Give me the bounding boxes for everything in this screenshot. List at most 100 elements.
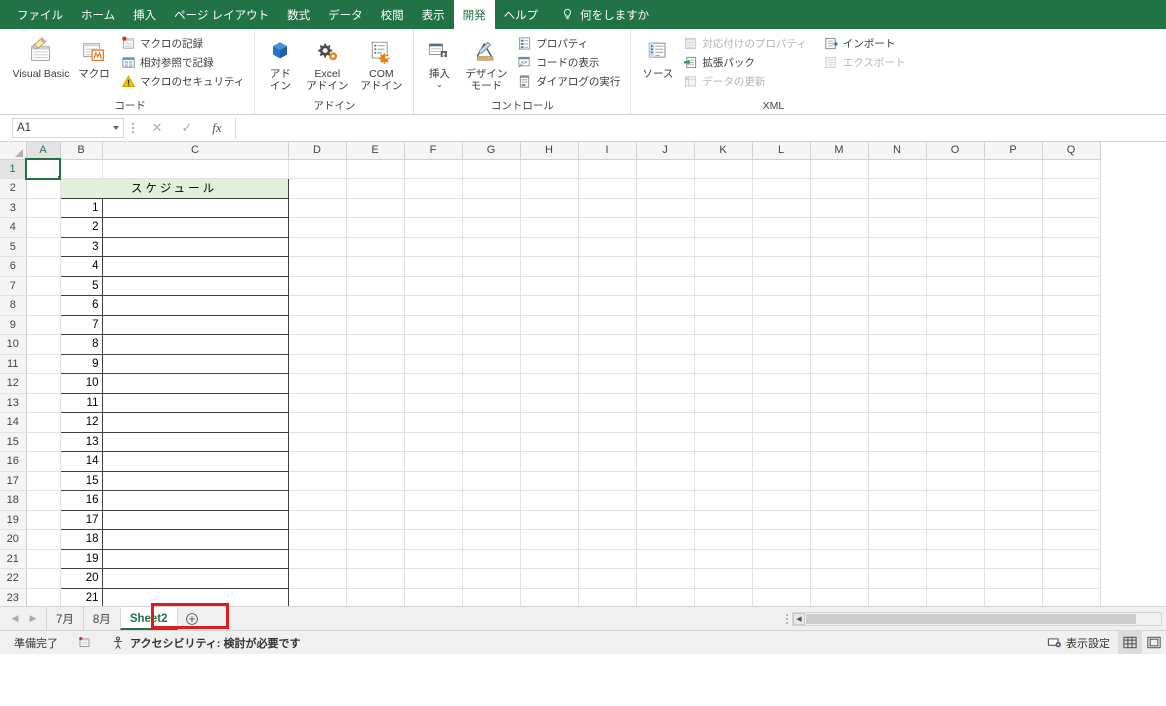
- cell-E12[interactable]: [346, 373, 405, 394]
- cell-I22[interactable]: [578, 568, 637, 589]
- row-header-23[interactable]: 23: [0, 588, 27, 606]
- cell-N1[interactable]: [868, 159, 927, 179]
- cell-O12[interactable]: [926, 373, 985, 394]
- addins-button[interactable]: アド イン: [261, 33, 299, 92]
- cell-E16[interactable]: [346, 451, 405, 472]
- cell-J19[interactable]: [636, 510, 695, 530]
- cell-P21[interactable]: [984, 549, 1043, 569]
- cell-N10[interactable]: [868, 334, 927, 355]
- cell-B8[interactable]: 6: [59, 295, 103, 316]
- cell-M7[interactable]: [810, 276, 869, 296]
- cell-F3[interactable]: [404, 198, 463, 218]
- cancel-formula-button[interactable]: ✕: [142, 117, 172, 139]
- row-header-17[interactable]: 17: [0, 471, 27, 491]
- cell-C3[interactable]: [101, 198, 289, 218]
- cell-A19[interactable]: [26, 510, 61, 530]
- cell-I13[interactable]: [578, 393, 637, 413]
- cell-K9[interactable]: [694, 315, 753, 335]
- cell-O20[interactable]: [926, 529, 985, 550]
- cell-B18[interactable]: 16: [59, 490, 103, 511]
- cell-L18[interactable]: [752, 490, 811, 511]
- ribbon-tab-help[interactable]: ヘルプ: [495, 0, 548, 29]
- cell-K20[interactable]: [694, 529, 753, 550]
- cell-E17[interactable]: [346, 471, 405, 491]
- cell-P10[interactable]: [984, 334, 1043, 355]
- cell-E6[interactable]: [346, 256, 405, 277]
- name-box[interactable]: A1: [12, 118, 124, 138]
- cell-I17[interactable]: [578, 471, 637, 491]
- cell-Q20[interactable]: [1042, 529, 1101, 550]
- cell-M2[interactable]: [810, 178, 869, 199]
- cell-H21[interactable]: [520, 549, 579, 569]
- cell-G23[interactable]: [462, 588, 521, 606]
- cell-K10[interactable]: [694, 334, 753, 355]
- cell-I14[interactable]: [578, 412, 637, 433]
- import-button[interactable]: インポート: [821, 34, 910, 52]
- cell-A23[interactable]: [26, 588, 61, 606]
- cell-Q23[interactable]: [1042, 588, 1101, 606]
- cell-F21[interactable]: [404, 549, 463, 569]
- view-code-button[interactable]: <> コードの表示: [514, 53, 624, 71]
- cell-E7[interactable]: [346, 276, 405, 296]
- xml-source-button[interactable]: ソース: [637, 33, 678, 80]
- cell-L10[interactable]: [752, 334, 811, 355]
- cell-M15[interactable]: [810, 432, 869, 452]
- cell-L19[interactable]: [752, 510, 811, 530]
- cell-P8[interactable]: [984, 295, 1043, 316]
- enter-formula-button[interactable]: ✓: [172, 117, 202, 139]
- ribbon-tab-formulas[interactable]: 数式: [278, 0, 319, 29]
- design-mode-button[interactable]: デザイン モード: [460, 33, 512, 92]
- cell-Q1[interactable]: [1042, 159, 1101, 179]
- cell-O1[interactable]: [926, 159, 985, 179]
- record-macro-button[interactable]: マクロの記録: [118, 34, 248, 52]
- column-header-o[interactable]: O: [926, 142, 985, 160]
- cell-O5[interactable]: [926, 237, 985, 257]
- cell-J2[interactable]: [636, 178, 695, 199]
- cell-P15[interactable]: [984, 432, 1043, 452]
- cell-N5[interactable]: [868, 237, 927, 257]
- properties-button[interactable]: プロパティ: [514, 34, 624, 52]
- insert-control-button[interactable]: 挿入 ⌄: [420, 33, 458, 89]
- cell-B17[interactable]: 15: [59, 471, 103, 491]
- cell-D5[interactable]: [288, 237, 347, 257]
- cell-F4[interactable]: [404, 217, 463, 238]
- cell-G14[interactable]: [462, 412, 521, 433]
- cell-I5[interactable]: [578, 237, 637, 257]
- cell-C22[interactable]: [101, 568, 289, 589]
- cell-O18[interactable]: [926, 490, 985, 511]
- cell-Q21[interactable]: [1042, 549, 1101, 569]
- insert-function-icon[interactable]: fx: [202, 117, 232, 139]
- cell-K4[interactable]: [694, 217, 753, 238]
- next-sheet-icon[interactable]: ▶: [24, 608, 42, 630]
- cell-F7[interactable]: [404, 276, 463, 296]
- excel-addins-button[interactable]: Excel アドイン: [301, 33, 353, 92]
- use-relative-references-button[interactable]: 相対参照で記録: [118, 53, 248, 71]
- cell-G11[interactable]: [462, 354, 521, 374]
- cell-M14[interactable]: [810, 412, 869, 433]
- cell-K14[interactable]: [694, 412, 753, 433]
- cell-P7[interactable]: [984, 276, 1043, 296]
- row-header-21[interactable]: 21: [0, 549, 27, 569]
- cell-F13[interactable]: [404, 393, 463, 413]
- cell-H1[interactable]: [520, 159, 579, 179]
- cell-A1[interactable]: [25, 158, 61, 180]
- cell-Q9[interactable]: [1042, 315, 1101, 335]
- cell-A20[interactable]: [26, 529, 61, 550]
- cell-I3[interactable]: [578, 198, 637, 218]
- cell-H9[interactable]: [520, 315, 579, 335]
- cell-E4[interactable]: [346, 217, 405, 238]
- cell-D4[interactable]: [288, 217, 347, 238]
- cell-D19[interactable]: [288, 510, 347, 530]
- cell-F17[interactable]: [404, 471, 463, 491]
- cell-L14[interactable]: [752, 412, 811, 433]
- cell-F23[interactable]: [404, 588, 463, 606]
- cell-I12[interactable]: [578, 373, 637, 394]
- column-header-n[interactable]: N: [868, 142, 927, 160]
- cell-D20[interactable]: [288, 529, 347, 550]
- ribbon-tab-data[interactable]: データ: [319, 0, 372, 29]
- cell-Q14[interactable]: [1042, 412, 1101, 433]
- cell-G18[interactable]: [462, 490, 521, 511]
- prev-sheet-icon[interactable]: ◀: [6, 608, 24, 630]
- column-header-a[interactable]: A: [26, 142, 61, 160]
- cell-A7[interactable]: [26, 276, 61, 296]
